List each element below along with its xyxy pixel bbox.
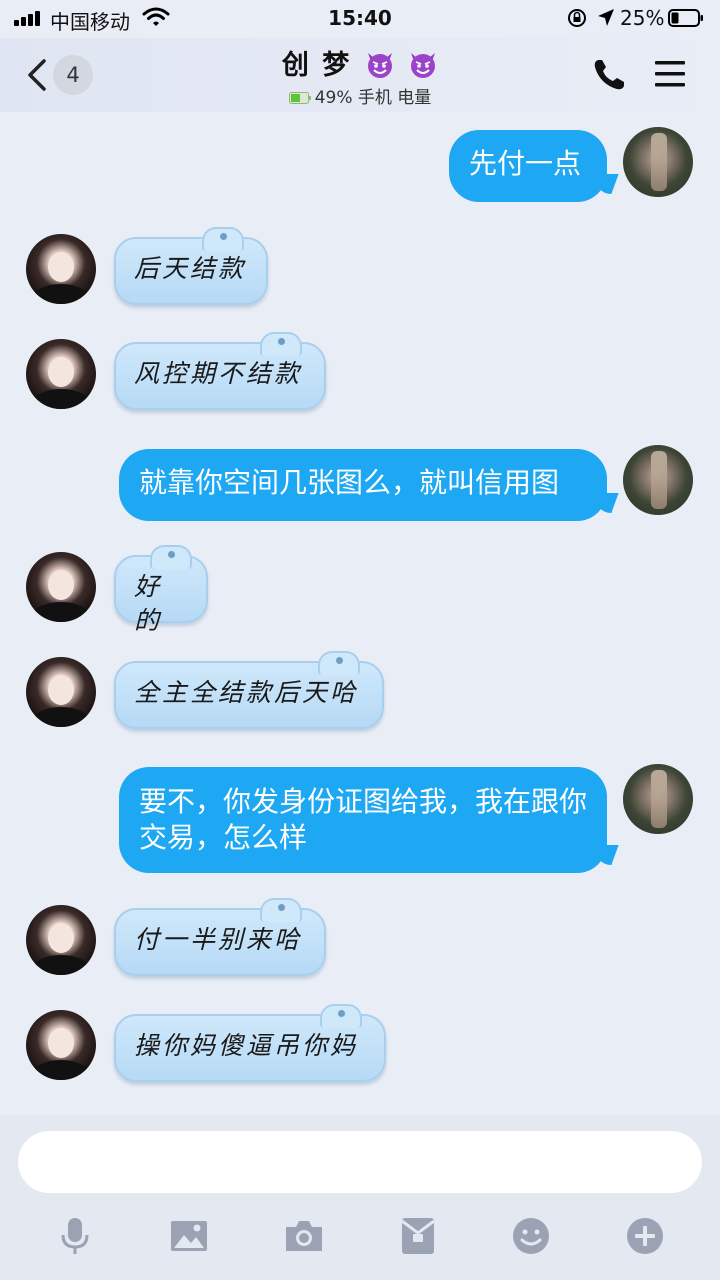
message-list[interactable]: 先付一点 后天结款 风控期不结款 就靠你空间几张图么，就叫信用图 好的 全主全结… <box>0 112 720 1115</box>
battery-percent: 25% <box>620 6 665 30</box>
incoming-message[interactable]: 付一半别来哈 <box>114 898 326 976</box>
chat-header: 4 创 梦 49% 手机 电量 <box>0 38 720 112</box>
outgoing-message[interactable]: 就靠你空间几张图么，就叫信用图 <box>119 449 607 521</box>
chevron-left-icon <box>28 59 46 91</box>
incoming-message[interactable]: 全主全结款后天哈 <box>114 651 384 729</box>
outgoing-message[interactable]: 要不，你发身份证图给我，我在跟你交易，怎么样 <box>119 767 607 873</box>
outgoing-message[interactable]: 先付一点 <box>449 130 607 202</box>
bubble-ear-decoration <box>202 227 244 251</box>
incoming-message[interactable]: 风控期不结款 <box>114 332 326 410</box>
message-text: 操你妈傻逼吊你妈 <box>134 1031 359 1060</box>
plus-icon[interactable] <box>624 1215 666 1257</box>
smiling-imp-emoji-icon <box>411 53 436 78</box>
contact-avatar[interactable] <box>26 339 96 409</box>
bubble-ear-decoration <box>150 545 192 569</box>
bubble-ear-decoration <box>320 1004 362 1028</box>
incoming-message[interactable]: 后天结款 <box>114 227 268 305</box>
bubble-ear-decoration <box>260 898 302 922</box>
status-bar: 中国移动 15:40 25% <box>0 0 720 38</box>
bubble-ear-decoration <box>260 332 302 356</box>
contact-avatar[interactable] <box>26 234 96 304</box>
camera-icon[interactable] <box>283 1215 325 1257</box>
contact-name-text: 创 梦 <box>281 50 352 81</box>
my-avatar[interactable] <box>623 764 693 834</box>
image-icon[interactable] <box>168 1215 210 1257</box>
red-packet-icon[interactable] <box>397 1215 439 1257</box>
emoji-icon[interactable] <box>510 1215 552 1257</box>
message-text: 要不，你发身份证图给我，我在跟你交易，怎么样 <box>139 785 588 854</box>
contact-avatar[interactable] <box>26 552 96 622</box>
phone-battery-icon <box>288 92 311 104</box>
message-text: 好的 <box>134 572 163 635</box>
message-input[interactable] <box>18 1131 702 1193</box>
message-text: 全主全结款后天哈 <box>134 678 359 707</box>
contact-name: 创 梦 <box>200 43 520 82</box>
message-text: 先付一点 <box>469 147 582 180</box>
device-battery-text: 49% 手机 电量 <box>314 88 432 108</box>
microphone-icon[interactable] <box>54 1215 96 1257</box>
message-text: 风控期不结款 <box>134 359 303 388</box>
menu-icon[interactable] <box>652 56 688 92</box>
incoming-message[interactable]: 好的 <box>114 545 208 635</box>
contact-avatar[interactable] <box>26 905 96 975</box>
my-avatar[interactable] <box>623 445 693 515</box>
message-text: 付一半别来哈 <box>134 925 303 954</box>
unread-count-badge: 4 <box>53 55 93 95</box>
contact-avatar[interactable] <box>26 1010 96 1080</box>
phone-call-icon[interactable] <box>590 56 628 94</box>
back-button[interactable]: 4 <box>20 52 100 98</box>
location-arrow-icon <box>598 9 614 26</box>
message-text: 就靠你空间几张图么，就叫信用图 <box>139 466 560 499</box>
chat-title-area[interactable]: 创 梦 49% 手机 电量 <box>200 43 520 108</box>
my-avatar[interactable] <box>623 127 693 197</box>
contact-avatar[interactable] <box>26 657 96 727</box>
message-text: 后天结款 <box>134 254 247 283</box>
message-composer <box>0 1115 720 1280</box>
bubble-ear-decoration <box>318 651 360 675</box>
battery-icon <box>668 9 703 27</box>
smiling-imp-emoji-icon <box>367 53 392 78</box>
incoming-message[interactable]: 操你妈傻逼吊你妈 <box>114 1004 386 1082</box>
rotation-lock-icon <box>568 9 586 27</box>
device-battery-status: 49% 手机 电量 <box>200 83 520 108</box>
